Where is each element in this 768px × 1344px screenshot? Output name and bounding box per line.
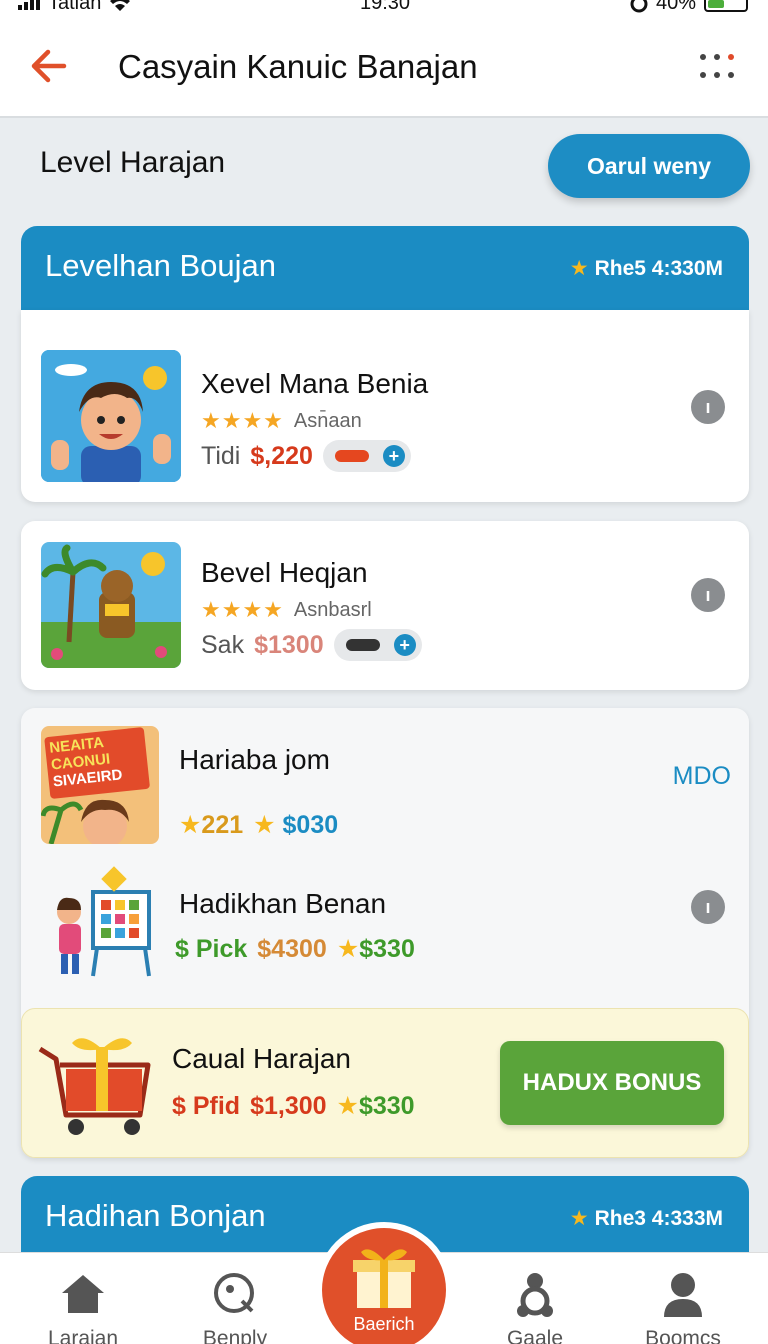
price-row: Sak $1300 +	[201, 629, 422, 661]
level-heading: Level Harajan	[40, 146, 226, 179]
progress-bar	[334, 450, 369, 462]
quantity-stepper[interactable]: +	[333, 629, 422, 661]
featured-group: NEAITA CAONUI SIVAEIRD Hariaba jom MDO ★…	[21, 708, 749, 1158]
search-icon	[170, 1271, 300, 1317]
status-right: 40%	[630, 0, 748, 15]
price-row: Tidi $,220 +	[201, 440, 411, 472]
price-label: $ Pick	[175, 934, 248, 963]
price-label: Sak	[201, 630, 245, 659]
price-group: ★$330	[337, 934, 415, 964]
plus-icon[interactable]: +	[382, 445, 405, 467]
gift-cart-icon	[36, 1029, 156, 1139]
price-value: $,220	[250, 441, 313, 470]
center-button-label: Baerich	[353, 1314, 415, 1334]
gift-icon	[353, 1249, 415, 1308]
nav-item-boomcs[interactable]: Boomcs	[618, 1271, 748, 1344]
star-icon: ★	[253, 811, 276, 839]
star-rating: ★★★★	[201, 408, 284, 433]
info-button[interactable]: ı	[691, 390, 725, 424]
kid-board-icon	[41, 864, 159, 982]
profile-icon	[618, 1271, 748, 1317]
price-value: $1300	[254, 630, 324, 659]
progress-bar	[345, 639, 380, 651]
bonus-button[interactable]: HADUX BONUS	[500, 1041, 724, 1125]
back-button[interactable]	[28, 46, 68, 86]
info-button[interactable]: ı	[691, 578, 725, 612]
list-item[interactable]: Xevel Mana Benia ★★★★ Asn̄aan Tidi $,220…	[21, 310, 749, 502]
nav-label: Boomcs	[645, 1327, 721, 1344]
star-icon: ★	[569, 257, 589, 280]
people-icon	[470, 1271, 600, 1317]
status-bar: Tatian 19:30 40%	[0, 0, 768, 18]
price-value-2: $330	[359, 935, 415, 963]
app-header: Casyain Kanuic Banajan	[0, 18, 768, 118]
list-item[interactable]: Bevel Heqjan ★★★★ Asnbasrl Sak $1300 + ı	[21, 521, 749, 690]
price-value: $030	[282, 811, 339, 839]
star-icon: ★	[336, 1092, 359, 1120]
boy-waving-icon	[41, 350, 181, 482]
price-group: ★$330	[337, 1091, 415, 1121]
price-row: $ Pfid $1,300 ★$330	[172, 1091, 415, 1121]
alarm-icon	[630, 0, 648, 12]
star-icon: ★	[179, 811, 202, 839]
price-group: ★ $030	[253, 810, 338, 840]
nav-item-larajan[interactable]: Larajan	[18, 1271, 148, 1344]
count-group: ★221	[179, 810, 243, 840]
item-title: Xevel Mana Benia	[201, 368, 429, 399]
section-meta-text: Rhe5 4:330M	[594, 256, 723, 280]
page-title: Casyain Kanuic Banajan	[118, 48, 478, 85]
item-title: Hariaba jom	[179, 744, 330, 775]
price-value: $1,300	[250, 1091, 327, 1120]
nav-label: Benply	[202, 1327, 268, 1344]
home-icon	[18, 1271, 148, 1317]
carrier-name: Tatian	[48, 0, 102, 14]
bonus-card: Caual Harajan $ Pfid $1,300 ★$330 HADUX …	[21, 1008, 749, 1158]
rating-text: Asn̄aan	[293, 409, 362, 432]
signal-icon	[18, 0, 40, 10]
rating-text: Asnbasrl	[293, 598, 372, 621]
section-meta: ★ Rhe5 4:330M	[570, 256, 723, 281]
rating-row: ★★★★ Asnbasrl	[201, 597, 372, 623]
status-time: 19:30	[360, 0, 411, 14]
nav-label: Gaale	[506, 1327, 564, 1344]
price-row: $ Pick $4300 ★$330	[175, 934, 415, 964]
section-meta-text: Rhe3 4:333M	[594, 1206, 723, 1230]
back-arrow-icon	[31, 49, 67, 83]
price-value: $4300	[257, 934, 327, 963]
price-value-2: $330	[358, 1092, 415, 1120]
nav-label: Larajan	[47, 1327, 119, 1344]
section-title: Hadihan Bonjan	[45, 1198, 266, 1233]
star-rating: ★★★★	[201, 597, 284, 622]
plus-icon[interactable]: +	[393, 634, 416, 656]
star-icon: ★	[569, 1207, 589, 1230]
price-row: ★221 ★ $030	[179, 810, 338, 840]
more-menu-button[interactable]	[700, 54, 738, 82]
oarul-weny-button[interactable]: Oarul weny	[548, 134, 750, 198]
section-header-levelhan: Levelhan Boujan ★ Rhe5 4:330M	[21, 226, 749, 312]
count-value: 221	[201, 811, 244, 839]
nav-item-benply[interactable]: Benply	[170, 1271, 300, 1344]
battery-percent: 40%	[655, 0, 696, 14]
price-label: $ Pfid	[172, 1091, 241, 1120]
bonus-title: Caual Harajan	[172, 1043, 351, 1074]
price-label: Tidi	[201, 441, 241, 470]
item-title: Bevel Heqjan	[201, 557, 368, 588]
wifi-icon	[110, 0, 131, 11]
star-icon: ★	[336, 935, 360, 963]
game-banner-thumbnail: NEAITA CAONUI SIVAEIRD	[41, 726, 159, 844]
section-title: Levelhan Boujan	[45, 248, 276, 283]
rating-row: ★★★★ Asn̄aan	[201, 408, 362, 434]
battery-icon	[704, 0, 748, 12]
jungle-character-icon	[41, 542, 181, 668]
section-meta: ★ Rhe3 4:333M	[570, 1206, 723, 1231]
quantity-stepper[interactable]: +	[322, 440, 411, 472]
nav-item-gaale[interactable]: Gaale	[470, 1271, 600, 1344]
info-button[interactable]: ı	[691, 890, 725, 924]
item-title: Hadikhan Benan	[179, 888, 387, 919]
status-left: Tatian	[18, 0, 131, 15]
mdo-badge[interactable]: MDO	[673, 762, 731, 791]
